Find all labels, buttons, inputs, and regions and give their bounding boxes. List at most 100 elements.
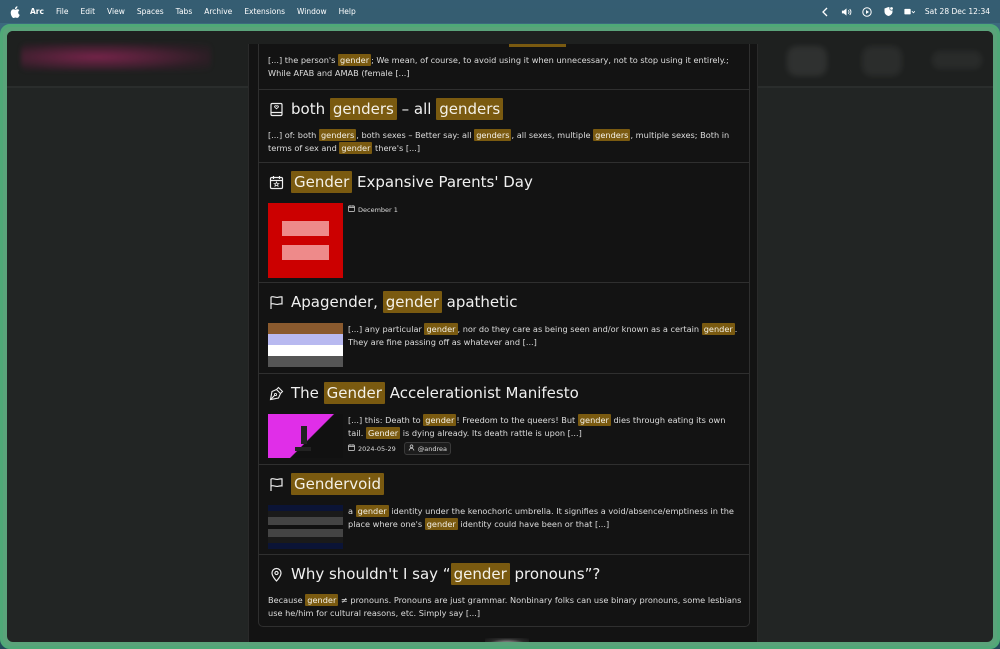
gendervoid-flag-thumbnail: [268, 505, 343, 549]
snippet-text: Why shouldn't I say “: [291, 565, 451, 583]
result-title[interactable]: Apagender, gender apathetic: [268, 289, 742, 315]
date-chip: December 1: [348, 205, 398, 214]
snippet-text: , nor do they care as being seen and/or …: [457, 324, 702, 334]
volume-icon[interactable]: [841, 6, 852, 17]
menu-archive[interactable]: Archive: [204, 7, 232, 16]
menu-tabs[interactable]: Tabs: [176, 7, 193, 16]
result-meta: December 1: [348, 205, 398, 214]
result-author: @andrea: [417, 444, 448, 453]
search-result[interactable]: Apagender, gender apathetic [...] any pa…: [259, 283, 749, 374]
search-term-highlight: gender: [424, 323, 458, 335]
snippet-text: ≠ pronouns. Pronouns are just grammar. N…: [268, 595, 742, 618]
flag-icon: [268, 294, 285, 311]
search-term-highlight: gender: [423, 414, 457, 426]
scroll-indicator: [485, 638, 529, 642]
search-term-highlight: genders: [436, 98, 504, 120]
header-button-blurred: [932, 51, 982, 69]
search-term-highlight: gender: [701, 323, 735, 335]
search-result[interactable]: Why shouldn't I say “gender pronouns”? B…: [259, 555, 749, 626]
vpn-icon[interactable]: [883, 6, 894, 17]
result-snippet: Because gender ≠ pronouns. Pronouns are …: [268, 594, 742, 620]
result-snippet: a gender identity under the kenochoric u…: [348, 505, 742, 549]
menu-app-name[interactable]: Arc: [30, 7, 44, 16]
header-button-blurred: [862, 46, 902, 76]
display-icon[interactable]: [904, 6, 915, 17]
date-chip: 2024-05-29: [348, 444, 396, 453]
search-result[interactable]: The Gender Accelerationist Manifesto [..…: [259, 374, 749, 465]
search-term-highlight: gender: [339, 142, 373, 154]
snippet-text: – all: [396, 100, 437, 118]
result-title[interactable]: Why shouldn't I say “gender pronouns”?: [268, 561, 742, 587]
result-title-text: Why shouldn't I say “gender pronouns”?: [291, 563, 600, 585]
macos-menubar: Arc File Edit View Spaces Tabs Archive E…: [0, 0, 1000, 23]
result-title-text: Gender Expansive Parents' Day: [291, 171, 533, 193]
result-content: [...] this: Death to gender! Freedom to …: [268, 414, 742, 458]
search-term-highlight: genders: [329, 98, 397, 120]
result-content: a gender identity under the kenochoric u…: [268, 505, 742, 549]
search-term-highlight: genders: [474, 129, 512, 141]
snippet-text: a: [348, 506, 356, 516]
result-title-text: Apagender, gender apathetic: [291, 291, 517, 313]
search-term-highlight: gender: [355, 505, 389, 517]
snippet-text: both: [291, 100, 330, 118]
search-term-highlight: genders: [318, 129, 357, 141]
search-term-highlight: gender: [450, 563, 510, 585]
search-results-list: [...] the person's gender; We mean, of c…: [258, 44, 750, 627]
snippet-text: is dying already. Its death rattle is up…: [400, 428, 582, 438]
menubar-status-area: Sat 28 Dec 12:34: [820, 6, 990, 17]
result-date: December 1: [358, 205, 398, 214]
result-title[interactable]: The Gender Accelerationist Manifesto: [268, 380, 742, 406]
menu-extensions[interactable]: Extensions: [244, 7, 285, 16]
apple-icon[interactable]: [10, 5, 22, 18]
menubar-clock[interactable]: Sat 28 Dec 12:34: [925, 7, 990, 16]
user-icon: [408, 444, 415, 453]
header-button-blurred: [787, 46, 827, 76]
menu-view[interactable]: View: [107, 7, 125, 16]
result-title-text: both genders – all genders: [291, 98, 504, 120]
menu-window[interactable]: Window: [297, 7, 327, 16]
play-circle-icon[interactable]: [862, 6, 873, 17]
result-title[interactable]: Gender Expansive Parents' Day: [268, 169, 742, 195]
result-snippet: [...] the person's gender; We mean, of c…: [268, 54, 742, 80]
snippet-text: [...] the person's: [268, 55, 339, 65]
search-term-highlight: gender: [338, 54, 372, 66]
result-title[interactable]: Gendervoid: [268, 471, 742, 497]
search-term-highlight: gender: [305, 594, 339, 606]
result-content: December 1: [268, 203, 742, 278]
calendar-icon: [348, 205, 355, 214]
search-term-highlight: gender: [424, 518, 458, 530]
search-result[interactable]: Gendervoid a gender identity under the k…: [259, 465, 749, 555]
arc-window: [...] the person's gender; We mean, of c…: [0, 24, 1000, 649]
snippet-text: Because: [268, 595, 306, 605]
result-snippet: [...] any particular gender, nor do they…: [348, 323, 742, 367]
map-pin-icon: [268, 566, 285, 583]
book-icon: [268, 101, 285, 118]
search-result[interactable]: [...] the person's gender; We mean, of c…: [259, 44, 749, 90]
site-logo-blurred: [21, 43, 211, 71]
chevron-left-icon[interactable]: [820, 6, 831, 17]
result-title[interactable]: both genders – all genders: [268, 96, 742, 122]
snippet-text: , all sexes, multiple: [511, 130, 594, 140]
snippet-text: ! Freedom to the queers! But: [456, 415, 578, 425]
search-result[interactable]: Gender Expansive Parents' Day December 1: [259, 163, 749, 283]
browser-content: [...] the person's gender; We mean, of c…: [7, 31, 993, 642]
menu-file[interactable]: File: [56, 7, 69, 16]
menu-help[interactable]: Help: [339, 7, 356, 16]
pen-icon: [268, 385, 285, 402]
author-chip[interactable]: @andrea: [403, 442, 452, 455]
result-text-block: [...] this: Death to gender! Freedom to …: [348, 414, 742, 458]
search-term-highlight: Gender: [291, 171, 353, 193]
search-term-highlight: gender: [577, 414, 611, 426]
menu-spaces[interactable]: Spaces: [137, 7, 164, 16]
calendar-star-icon: [268, 174, 285, 191]
snippet-text: Apagender,: [291, 293, 383, 311]
search-result[interactable]: both genders – all genders [...] of: bot…: [259, 90, 749, 163]
search-term-highlight: Gender: [365, 427, 401, 439]
result-snippet: [...] this: Death to gender! Freedom to …: [348, 414, 742, 440]
apagender-flag-thumbnail: [268, 323, 343, 367]
result-snippet: [...] of: both genders, both sexes – Bet…: [268, 129, 742, 155]
snippet-text: , both sexes – Better say: all: [356, 130, 475, 140]
equality-logo-thumbnail: [268, 203, 343, 278]
menu-edit[interactable]: Edit: [81, 7, 96, 16]
search-results-panel: [...] the person's gender; We mean, of c…: [248, 44, 758, 642]
